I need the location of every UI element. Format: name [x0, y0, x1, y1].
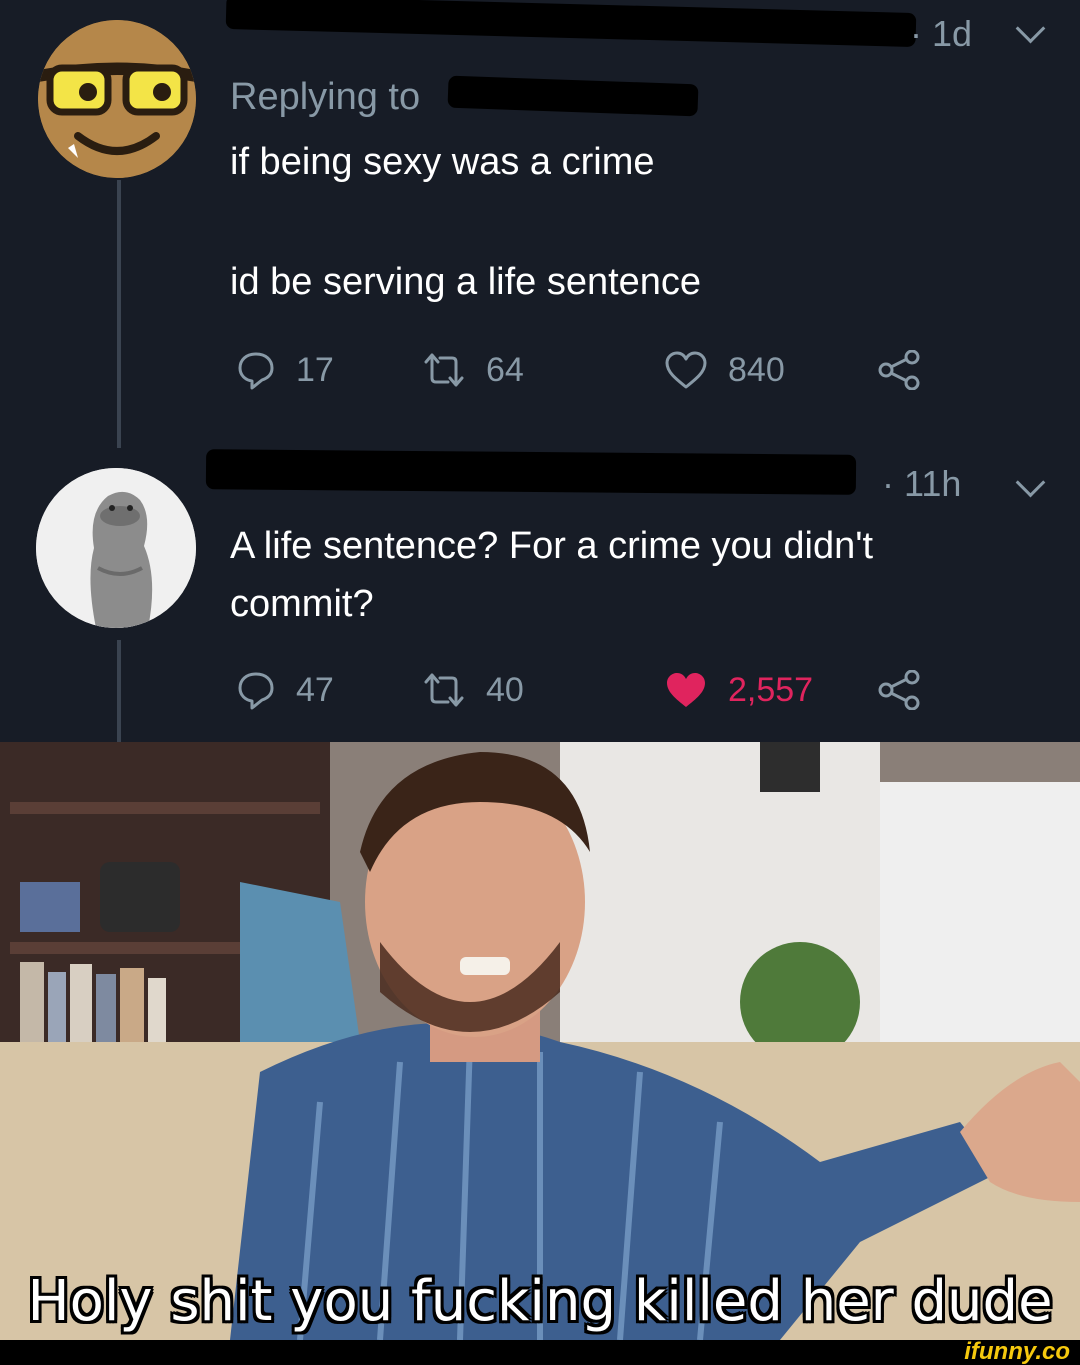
tweet-text-line: id be serving a life sentence — [230, 261, 702, 303]
retweet-icon — [424, 353, 464, 387]
tweet-text-line: commit? — [230, 583, 374, 625]
tweet-actions: 47 40 2,557 — [236, 668, 956, 712]
share-icon — [878, 350, 920, 390]
heart-icon — [665, 351, 707, 389]
chevron-down-icon[interactable] — [1015, 13, 1046, 44]
reply-button[interactable]: 17 — [236, 348, 334, 392]
reply-count: 17 — [296, 351, 334, 389]
tweet-text-line: if being sexy was a crime — [230, 141, 655, 183]
screenshot: · 1d Replying to if being sexy was a cri… — [0, 0, 1080, 1364]
reply-count: 47 — [296, 671, 334, 709]
footer-bar: ifunny.co — [0, 1340, 1080, 1364]
like-button[interactable]: 840 — [664, 348, 785, 392]
retweet-icon — [424, 673, 464, 707]
share-button[interactable] — [876, 668, 922, 712]
replying-to-label: Replying to — [230, 76, 421, 118]
thread-connector-line — [117, 640, 121, 742]
retweet-count: 64 — [486, 351, 524, 389]
share-icon — [878, 670, 920, 710]
chevron-down-icon[interactable] — [1015, 467, 1046, 498]
tweet-thread: · 1d Replying to if being sexy was a cri… — [0, 0, 1080, 742]
tweet-actions: 17 64 840 — [236, 348, 956, 392]
redacted-username — [225, 0, 917, 48]
tweet-text-line: A life sentence? For a crime you didn't — [230, 525, 874, 567]
retweet-count: 40 — [486, 671, 524, 709]
reply-icon — [238, 352, 274, 390]
meme-image: Holy shit you fucking killed her dude — [0, 742, 1080, 1340]
retweet-button[interactable]: 40 — [422, 668, 524, 712]
avatar[interactable] — [38, 20, 196, 178]
seal-avatar-icon — [36, 468, 196, 628]
reply-icon — [238, 672, 274, 710]
nerd-face-avatar-icon — [38, 20, 196, 178]
redacted-reply-handle — [447, 75, 699, 117]
tweet-timestamp: · 1d — [910, 13, 973, 54]
avatar[interactable] — [36, 468, 196, 628]
like-count: 840 — [728, 351, 785, 389]
ifunny-watermark: ifunny.co — [964, 1338, 1070, 1365]
meme-photo-illustration — [0, 742, 1080, 1340]
tweet-timestamp: · 11h — [882, 463, 962, 504]
meme-caption: Holy shit you fucking killed her dude — [27, 1269, 1053, 1334]
like-count: 2,557 — [728, 671, 814, 709]
share-button[interactable] — [876, 348, 922, 392]
retweet-button[interactable]: 64 — [422, 348, 524, 392]
redacted-username — [205, 449, 857, 495]
thread-connector-line — [117, 180, 121, 448]
reply-button[interactable]: 47 — [236, 668, 334, 712]
heart-filled-icon — [667, 673, 705, 707]
like-button[interactable]: 2,557 — [664, 668, 813, 712]
